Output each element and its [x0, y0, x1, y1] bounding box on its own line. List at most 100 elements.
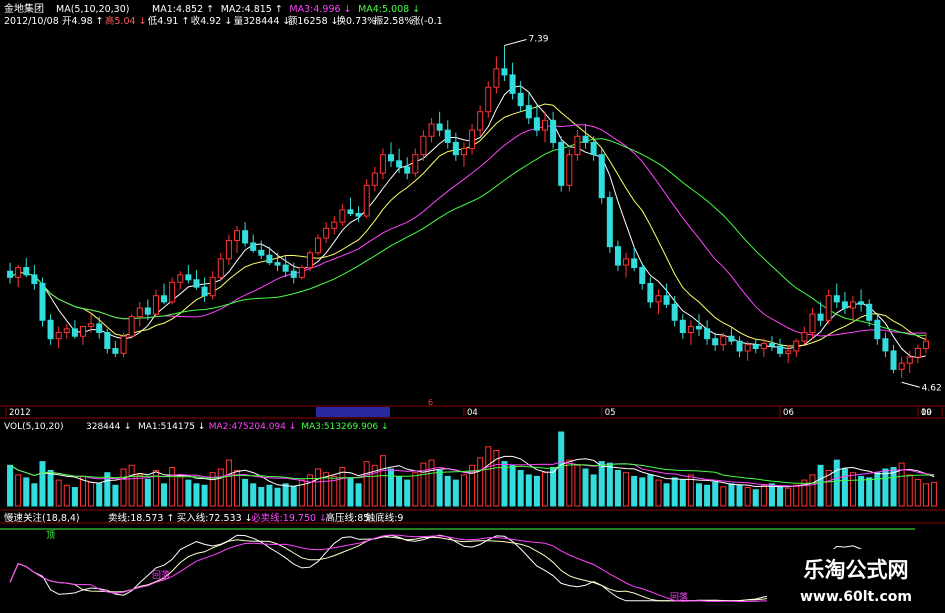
volume-bar [169, 467, 176, 507]
candle-body [266, 254, 273, 264]
volume-bar [647, 474, 654, 507]
candle-body [493, 68, 500, 88]
candle-body [15, 267, 22, 278]
candle-body [436, 123, 443, 131]
volume-bar [347, 477, 354, 507]
volume-bar [679, 479, 686, 507]
volume-bar [47, 469, 54, 507]
candle-body [71, 328, 78, 337]
candle-body [460, 148, 467, 156]
selection-marker[interactable] [316, 407, 390, 417]
candle-body [541, 119, 549, 131]
candle-body [849, 301, 857, 309]
volume-bar [614, 469, 621, 507]
candle-body [250, 242, 257, 251]
volume-bar [355, 483, 362, 507]
indicator-values: 卖线:18.573 ↑ 买入线:72.533 ↓必卖线:19.750 ↓高压线:8… [108, 512, 403, 524]
candle-body [801, 332, 808, 342]
indicator-value-1: 买入线:72.533 ↓ [177, 512, 253, 524]
candle [598, 148, 605, 204]
indicator-value-3: 高压线:85 [326, 512, 370, 524]
volume-bar [704, 484, 711, 507]
candle-body [201, 286, 208, 297]
volume-bar [639, 477, 646, 507]
candle-body [331, 221, 338, 229]
candle-body [363, 184, 370, 217]
volume-bar [582, 468, 589, 507]
volume-bar [550, 467, 557, 507]
volume-bar [7, 464, 14, 507]
indicator-value-2: 必卖线:19.750 ↓ [251, 512, 327, 524]
volume-ma-value-0: MA1:514175 ↓ [138, 422, 205, 432]
candle-body [679, 319, 686, 334]
volume-bar [922, 483, 929, 507]
quote-field-4: 量328444 ↓ [234, 16, 291, 27]
volume-bar [161, 483, 168, 507]
volume-bar [623, 472, 630, 507]
volume-bar [598, 461, 605, 507]
candle-body [817, 313, 824, 321]
volume-bar [306, 474, 313, 507]
candle-body [655, 295, 662, 303]
candle-body [712, 338, 719, 346]
candle-body [623, 258, 630, 266]
indicator-value-4: 触底线:9 [366, 512, 404, 524]
volume-ma-value-1: MA2:475204.094 ↓ [209, 422, 296, 432]
volume-bar [282, 483, 289, 507]
volume-ma-values: MA1:514175 ↓ MA2:475204.094 ↓ MA3:513269.9… [138, 422, 389, 432]
volume-bar [712, 481, 719, 507]
candle-body [525, 105, 532, 119]
candle-body [404, 166, 411, 174]
candle-body [866, 303, 873, 321]
candle-body [760, 343, 767, 349]
volume-bar [460, 474, 467, 507]
candle-body [290, 270, 297, 278]
candle [363, 179, 370, 219]
candle-body [7, 270, 14, 278]
volume-bar [736, 484, 743, 507]
candle-body [736, 340, 743, 352]
candle-body [639, 267, 646, 284]
candle [606, 191, 613, 253]
volume-bar [444, 475, 451, 507]
candle-body [323, 227, 330, 239]
candle-body [96, 323, 103, 334]
candle-body [833, 295, 840, 303]
candle-body [695, 325, 703, 330]
candle-body [785, 350, 792, 354]
volume-bar [882, 468, 889, 507]
candle-body [501, 68, 508, 76]
volume-bar [477, 457, 484, 507]
candle-body [809, 313, 816, 334]
candle-body [144, 307, 151, 315]
quote-field-3: 收4.92 ↓ [191, 15, 233, 27]
volume-bar [387, 468, 395, 507]
candle-body [752, 344, 759, 349]
candle-body [922, 340, 929, 349]
volume-bar [136, 474, 143, 507]
ma-params-label: MA(5,10,20,30) [56, 4, 129, 15]
candle-body [371, 172, 378, 186]
volume-bar [266, 484, 273, 507]
candle-body [631, 258, 638, 269]
candle-body [890, 350, 897, 370]
candle-body [233, 230, 241, 242]
volume-bar [768, 483, 775, 507]
quote-header-values: 开4.98 ↑ 高5.04 ↓ 低4.91 ↑ 收4.92 ↓ 量328444 ↓额16… [62, 15, 443, 27]
candle-body [379, 154, 386, 174]
candle-body [720, 335, 727, 346]
candle-body [663, 295, 670, 305]
volume-bar [274, 487, 281, 507]
volume-bar [290, 486, 297, 507]
volume-bar [39, 461, 46, 507]
candle [566, 148, 573, 192]
stock-chart[interactable]: 金地集团 MA(5,10,20,30) MA1:4.852 ↑ MA2:4.815… [0, 0, 945, 609]
volume-bar [849, 472, 857, 507]
volume-bar [655, 479, 662, 507]
quote-field-0: 开4.98 ↑ [62, 16, 104, 27]
candle-body [88, 323, 95, 327]
candle-body [906, 356, 913, 364]
candle-body [315, 237, 322, 254]
month-label: 2012 [9, 408, 31, 418]
volume-bar [566, 459, 573, 507]
